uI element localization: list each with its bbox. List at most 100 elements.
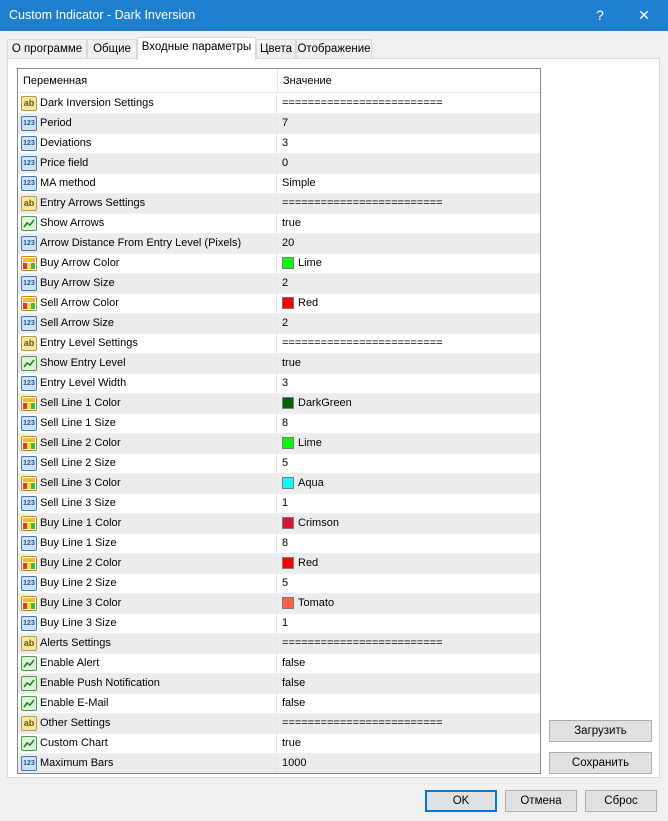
parameter-name-cell[interactable]: ab Entry Arrows Settings	[18, 194, 277, 214]
parameter-value[interactable]: =========================	[282, 637, 443, 649]
parameter-row[interactable]: ab Entry Arrows Settings =================…	[18, 194, 540, 214]
parameter-name-cell[interactable]: 123 Sell Arrow Size	[18, 314, 277, 334]
cancel-button[interactable]: Отмена	[505, 790, 577, 812]
parameter-value[interactable]: 1	[282, 497, 288, 509]
parameter-name-cell[interactable]: 123 Deviations	[18, 134, 277, 154]
parameter-row[interactable]: 123 Price field 0	[18, 154, 540, 174]
parameter-value[interactable]: 8	[282, 417, 288, 429]
parameter-name-cell[interactable]: 123 Maximum Bars	[18, 754, 277, 773]
parameter-value[interactable]: 2	[282, 317, 288, 329]
parameter-name-cell[interactable]: Show Entry Level	[18, 354, 277, 374]
color-swatch[interactable]	[282, 297, 294, 309]
parameter-row[interactable]: Sell Line 1 Color DarkGreen	[18, 394, 540, 414]
reset-button[interactable]: Сброс	[585, 790, 657, 812]
parameter-row[interactable]: Custom Chart true	[18, 734, 540, 754]
parameter-name-cell[interactable]: Enable Push Notification	[18, 674, 277, 694]
parameter-name-cell[interactable]: 123 Sell Line 3 Size	[18, 494, 277, 514]
parameter-value[interactable]: Red	[298, 557, 318, 569]
parameter-name-cell[interactable]: Sell Arrow Color	[18, 294, 277, 314]
parameter-value[interactable]: true	[282, 737, 301, 749]
column-header-variable[interactable]: Переменная	[23, 75, 87, 87]
parameter-value[interactable]: =========================	[282, 337, 443, 349]
parameter-name-cell[interactable]: ab Dark Inversion Settings	[18, 94, 277, 114]
parameter-name-cell[interactable]: 123 Buy Line 3 Size	[18, 614, 277, 634]
tab-inputs[interactable]: Входные параметры	[137, 37, 256, 60]
help-button[interactable]: ?	[580, 0, 620, 31]
parameter-name-cell[interactable]: ab Other Settings	[18, 714, 277, 734]
parameter-row[interactable]: 123 Sell Line 2 Size 5	[18, 454, 540, 474]
parameter-value[interactable]: 3	[282, 137, 288, 149]
parameter-name-cell[interactable]: Sell Line 3 Color	[18, 474, 277, 494]
parameter-name-cell[interactable]: ab Alerts Settings	[18, 634, 277, 654]
parameter-row[interactable]: 123 Arrow Distance From Entry Level (Pixe…	[18, 234, 540, 254]
parameter-name-cell[interactable]: Buy Line 1 Color	[18, 514, 277, 534]
parameter-name-cell[interactable]: Enable E-Mail	[18, 694, 277, 714]
parameter-row[interactable]: 123 Sell Line 1 Size 8	[18, 414, 540, 434]
parameter-value[interactable]: 5	[282, 457, 288, 469]
parameter-row[interactable]: Sell Arrow Color Red	[18, 294, 540, 314]
parameter-name-cell[interactable]: Buy Arrow Color	[18, 254, 277, 274]
parameter-value[interactable]: 20	[282, 237, 294, 249]
parameter-row[interactable]: 123 MA method Simple	[18, 174, 540, 194]
parameter-name-cell[interactable]: 123 Entry Level Width	[18, 374, 277, 394]
color-swatch[interactable]	[282, 557, 294, 569]
parameter-row[interactable]: 123 Buy Line 1 Size 8	[18, 534, 540, 554]
parameter-row[interactable]: Show Arrows true	[18, 214, 540, 234]
parameter-row[interactable]: 123 Entry Level Width 3	[18, 374, 540, 394]
ok-button[interactable]: OK	[425, 790, 497, 812]
parameter-row[interactable]: Buy Line 1 Color Crimson	[18, 514, 540, 534]
parameter-value[interactable]: 1	[282, 617, 288, 629]
column-divider[interactable]	[277, 69, 278, 93]
color-swatch[interactable]	[282, 597, 294, 609]
parameter-value[interactable]: Aqua	[298, 477, 324, 489]
parameter-row[interactable]: Buy Line 3 Color Tomato	[18, 594, 540, 614]
parameter-row[interactable]: 123 Deviations 3	[18, 134, 540, 154]
parameter-name-cell[interactable]: Custom Chart	[18, 734, 277, 754]
parameter-row[interactable]: Buy Line 2 Color Red	[18, 554, 540, 574]
parameter-value[interactable]: 8	[282, 537, 288, 549]
parameter-row[interactable]: ab Other Settings ========================…	[18, 714, 540, 734]
parameter-name-cell[interactable]: Sell Line 1 Color	[18, 394, 277, 414]
parameter-value[interactable]: Tomato	[298, 597, 334, 609]
parameter-row[interactable]: 123 Period 7	[18, 114, 540, 134]
parameter-value[interactable]: =========================	[282, 197, 443, 209]
parameter-value[interactable]: Lime	[298, 257, 322, 269]
tab-common[interactable]: Общие	[87, 39, 137, 59]
parameter-row[interactable]: ab Entry Level Settings ==================…	[18, 334, 540, 354]
close-button[interactable]: ✕	[624, 0, 664, 31]
parameter-value[interactable]: 0	[282, 157, 288, 169]
parameter-value[interactable]: =========================	[282, 717, 443, 729]
parameter-name-cell[interactable]: Show Arrows	[18, 214, 277, 234]
parameter-row[interactable]: Enable Alert false	[18, 654, 540, 674]
parameter-name-cell[interactable]: 123 Period	[18, 114, 277, 134]
parameter-value[interactable]: true	[282, 357, 301, 369]
parameter-row[interactable]: Sell Line 3 Color Aqua	[18, 474, 540, 494]
parameter-value[interactable]: 3	[282, 377, 288, 389]
parameter-row[interactable]: 123 Sell Arrow Size 2	[18, 314, 540, 334]
parameter-row[interactable]: Enable Push Notification false	[18, 674, 540, 694]
parameter-row[interactable]: Show Entry Level true	[18, 354, 540, 374]
parameter-value[interactable]: Crimson	[298, 517, 339, 529]
parameter-value[interactable]: 2	[282, 277, 288, 289]
parameter-name-cell[interactable]: Sell Line 2 Color	[18, 434, 277, 454]
parameter-value[interactable]: false	[282, 677, 305, 689]
parameter-value[interactable]: true	[282, 217, 301, 229]
color-swatch[interactable]	[282, 397, 294, 409]
parameter-value[interactable]: DarkGreen	[298, 397, 352, 409]
parameter-row[interactable]: Enable E-Mail false	[18, 694, 540, 714]
parameter-value[interactable]: Simple	[282, 177, 316, 189]
parameter-name-cell[interactable]: 123 Arrow Distance From Entry Level (Pixe…	[18, 234, 277, 254]
color-swatch[interactable]	[282, 517, 294, 529]
parameter-value[interactable]: 5	[282, 577, 288, 589]
tab-about[interactable]: О программе	[7, 39, 87, 59]
parameter-name-cell[interactable]: 123 Sell Line 1 Size	[18, 414, 277, 434]
parameter-row[interactable]: 123 Maximum Bars 1000	[18, 754, 540, 773]
parameter-row[interactable]: 123 Buy Arrow Size 2	[18, 274, 540, 294]
parameter-name-cell[interactable]: Enable Alert	[18, 654, 277, 674]
parameter-value[interactable]: 1000	[282, 757, 306, 769]
tab-colors[interactable]: Цвета	[256, 39, 296, 59]
color-swatch[interactable]	[282, 257, 294, 269]
parameter-name-cell[interactable]: 123 MA method	[18, 174, 277, 194]
parameter-row[interactable]: 123 Sell Line 3 Size 1	[18, 494, 540, 514]
parameter-row[interactable]: Sell Line 2 Color Lime	[18, 434, 540, 454]
